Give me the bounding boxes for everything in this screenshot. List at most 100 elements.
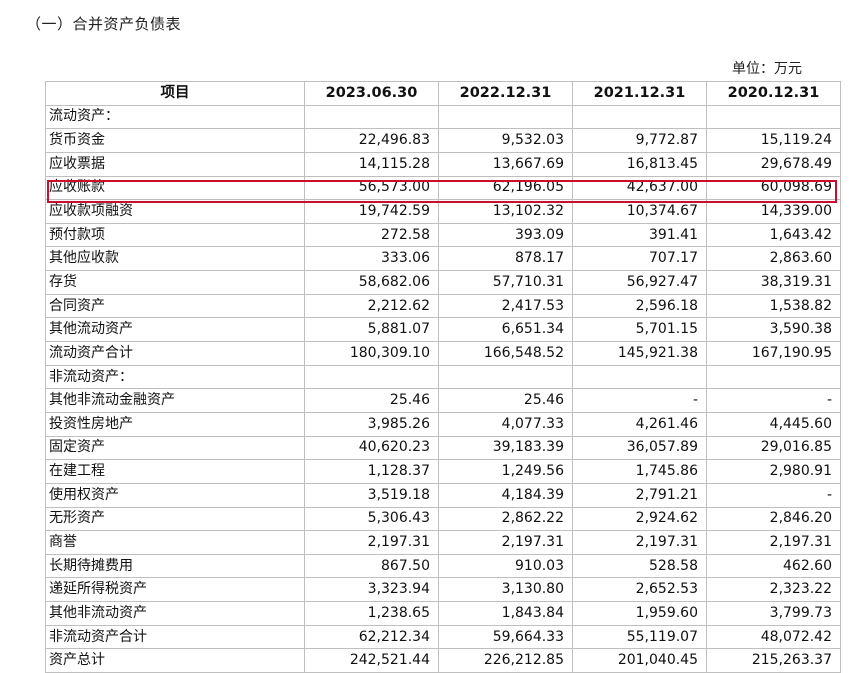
row-label: 应收款项融资	[45, 199, 305, 224]
row-value: 13,102.32	[438, 199, 573, 224]
table-body: 流动资产： 货币资金 22,496.83 9,532.03 9,772.87 15,119…	[45, 104, 841, 673]
row-value: 55,119.07	[572, 624, 707, 650]
row-value: 272.58	[304, 222, 439, 248]
row-value: 22,496.83	[304, 128, 439, 153]
row-value: 48,072.42	[706, 624, 841, 650]
row-value: 42,637.00	[572, 175, 707, 201]
row-value: 62,212.34	[304, 624, 439, 650]
row-value: 40,620.23	[304, 435, 439, 461]
row-value: 1,238.65	[304, 601, 439, 626]
row-label: 存货	[45, 270, 305, 295]
row-value: 9,772.87	[572, 128, 707, 153]
row-value: 29,678.49	[706, 151, 841, 177]
row-value: 36,057.89	[572, 435, 707, 461]
row-value: 462.60	[706, 553, 841, 579]
row-value: 6,651.34	[438, 317, 573, 343]
table-row: 非流动资产合计 62,212.34 59,664.33 55,119.07 48,072…	[45, 624, 841, 650]
row-value: 180,309.10	[304, 341, 439, 366]
row-value: 10,374.67	[572, 199, 707, 224]
row-value: 19,742.59	[304, 199, 439, 224]
table-row: 其他流动资产 5,881.07 6,651.34 5,701.15 3,590.38	[45, 317, 841, 343]
row-value: 14,339.00	[706, 199, 841, 224]
row-label: 递延所得税资产	[45, 577, 305, 603]
row-label: 其他流动资产	[45, 317, 305, 343]
row-value: 215,263.37	[706, 648, 841, 673]
row-value: 58,682.06	[304, 270, 439, 295]
row-value: 226,212.85	[438, 648, 573, 673]
row-label: 使用权资产	[45, 482, 305, 508]
row-value: 1,128.37	[304, 459, 439, 484]
balance-sheet-table: 项目 2023.06.30 2022.12.31 2021.12.31 2020…	[45, 81, 841, 673]
row-label: 固定资产	[45, 435, 305, 461]
header-2023-06-30: 2023.06.30	[304, 81, 439, 106]
table-row: 在建工程 1,128.37 1,249.56 1,745.86 2,980.91	[45, 459, 841, 484]
row-value: 56,573.00	[304, 175, 439, 201]
row-label: 合同资产	[45, 293, 305, 319]
row-value: 25.46	[304, 388, 439, 413]
table-row: 递延所得税资产 3,323.94 3,130.80 2,652.53 2,323.22	[45, 577, 841, 603]
row-label: 资产总计	[45, 648, 305, 673]
row-value: 1,843.84	[438, 601, 573, 626]
table-header: 项目 2023.06.30 2022.12.31 2021.12.31 2020…	[45, 81, 841, 106]
table-row: 投资性房地产 3,985.26 4,077.33 4,261.46 4,445.60	[45, 411, 841, 437]
row-label: 预付款项	[45, 222, 305, 248]
row-value: 2,863.60	[706, 246, 841, 272]
table-row: 商誉 2,197.31 2,197.31 2,197.31 2,197.31	[45, 530, 841, 555]
header-item: 项目	[45, 81, 305, 106]
row-value: 707.17	[572, 246, 707, 272]
row-value: 910.03	[438, 553, 573, 579]
row-value: 393.09	[438, 222, 573, 248]
header-2022-12-31: 2022.12.31	[438, 81, 573, 106]
row-value: 16,813.45	[572, 151, 707, 177]
header-2021-12-31: 2021.12.31	[572, 81, 707, 106]
row-label: 其他应收款	[45, 246, 305, 272]
table-row: 其他非流动金融资产 25.46 25.46- -	[45, 388, 841, 413]
row-value: 59,664.33	[438, 624, 573, 650]
row-value: 5,881.07	[304, 317, 439, 343]
row-value: 1,249.56	[438, 459, 573, 484]
row-value: 3,323.94	[304, 577, 439, 603]
row-value: 3,519.18	[304, 482, 439, 508]
row-label: 货币资金	[45, 128, 305, 153]
row-value: 867.50	[304, 553, 439, 579]
row-value: 145,921.38	[572, 341, 707, 366]
row-value: 4,184.39	[438, 482, 573, 508]
row-value: 15,119.24	[706, 128, 841, 153]
table-row: 合同资产 2,212.62 2,417.53 2,596.18 1,538.82	[45, 293, 841, 319]
table-row: 长期待摊费用 867.50 910.03 528.58 462.60	[45, 553, 841, 579]
row-value	[572, 364, 707, 390]
row-value: 528.58	[572, 553, 707, 579]
row-value: 25.46	[438, 388, 573, 413]
row-value: 201,040.45	[572, 648, 707, 673]
table-row: 预付款项 272.58 393.09 391.41 1,643.42	[45, 222, 841, 248]
row-label: 无形资产	[45, 506, 305, 532]
table-row: 其他非流动资产 1,238.65 1,843.84 1,959.60 3,799.73	[45, 601, 841, 626]
row-value: 39,183.39	[438, 435, 573, 461]
row-value	[304, 104, 439, 130]
row-value: 2,862.22	[438, 506, 573, 532]
row-value: 29,016.85	[706, 435, 841, 461]
row-value: 3,130.80	[438, 577, 573, 603]
row-value: 9,532.03	[438, 128, 573, 153]
row-value	[572, 104, 707, 130]
row-value: 2,197.31	[572, 530, 707, 555]
row-value: 56,927.47	[572, 270, 707, 295]
table-row: 资产总计 242,521.44 226,212.85 201,040.45 215,26…	[45, 648, 841, 673]
row-value: 4,261.46	[572, 411, 707, 437]
row-value	[706, 364, 841, 390]
table-row: 应收账款 56,573.00 62,196.05 42,637.00 60,098.69	[45, 175, 841, 201]
row-label: 应收账款	[45, 175, 305, 201]
row-value: 2,980.91	[706, 459, 841, 484]
table-row: 流动资产：	[45, 104, 841, 130]
row-value: 1,538.82	[706, 293, 841, 319]
header-2020-12-31: 2020.12.31	[706, 81, 841, 106]
row-label: 非流动资产合计	[45, 624, 305, 650]
row-value: 2,197.31	[438, 530, 573, 555]
row-value: 2,596.18	[572, 293, 707, 319]
row-value	[706, 104, 841, 130]
row-value: 1,745.86	[572, 459, 707, 484]
row-label: 非流动资产：	[45, 364, 305, 390]
table-row: 固定资产 40,620.23 39,183.39 36,057.89 29,016.85	[45, 435, 841, 461]
row-value: -	[572, 388, 707, 413]
row-value: 2,197.31	[304, 530, 439, 555]
